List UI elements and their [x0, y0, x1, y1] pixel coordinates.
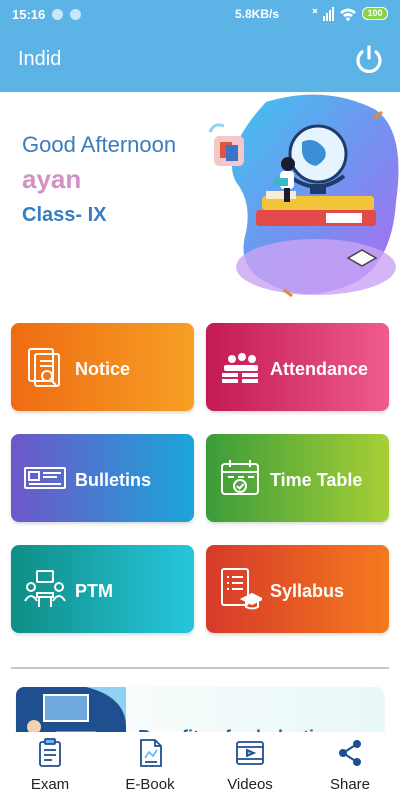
nav-videos-label: Videos [227, 776, 273, 793]
syllabus-tile[interactable]: Syllabus [206, 545, 389, 633]
greeting-hero: Good Afternoon ayan Class- IX [0, 92, 400, 308]
status-time: 15:16 [12, 7, 46, 22]
battery-indicator: 100 [362, 7, 388, 20]
app-screen: 15:16 5.8KB/s 100 Indid Good Afternoon a… [0, 0, 400, 800]
attendance-students-icon [222, 353, 258, 383]
attendance-label: Attendance [270, 359, 369, 379]
status-bar: 15:16 5.8KB/s 100 [0, 0, 400, 28]
signal-wifi-icons [312, 7, 356, 21]
notification-dot-icon [70, 9, 81, 20]
class-label: Class- IX [22, 204, 107, 226]
exam-icon [39, 738, 61, 767]
student-study-illustration [208, 94, 399, 298]
bottom-navigation: Exam E-Book Videos Share [0, 732, 400, 800]
nav-exam[interactable]: Exam [0, 732, 100, 800]
attendance-tile[interactable]: Attendance [206, 323, 389, 411]
notice-tile[interactable]: Notice [11, 323, 194, 411]
timetable-label: Time Table [270, 470, 363, 490]
ptm-label: PTM [75, 581, 113, 601]
nav-share[interactable]: Share [300, 732, 400, 800]
notice-label: Notice [75, 359, 131, 379]
timetable-tile[interactable]: Time Table [206, 434, 389, 522]
username: ayan [22, 164, 82, 194]
nav-ebook[interactable]: E-Book [100, 732, 200, 800]
bulletins-tile[interactable]: Bulletins [11, 434, 194, 522]
bulletin-board-icon [24, 467, 66, 489]
nav-share-label: Share [329, 776, 371, 793]
bulletins-label: Bulletins [75, 470, 152, 490]
video-player-icon [236, 741, 264, 765]
calendar-check-icon [221, 460, 259, 495]
syllabus-list-icon [221, 568, 262, 610]
ptm-tile[interactable]: PTM [11, 545, 194, 633]
nav-exam-label: Exam [30, 776, 70, 793]
section-divider [11, 667, 389, 669]
network-speed: 5.8KB/s [235, 7, 280, 21]
nav-ebook-label: E-Book [125, 776, 175, 793]
nav-videos[interactable]: Videos [200, 732, 300, 800]
power-icon[interactable] [352, 43, 386, 77]
share-icon [339, 740, 361, 766]
ebook-icon [140, 739, 162, 767]
greeting-text: Good Afternoon [22, 132, 177, 157]
app-title: Indid [18, 48, 62, 70]
meeting-people-icon [24, 570, 66, 607]
notice-document-icon [28, 348, 60, 387]
notification-dot-icon [52, 9, 63, 20]
app-bar: Indid [0, 28, 400, 92]
syllabus-label: Syllabus [270, 581, 345, 601]
